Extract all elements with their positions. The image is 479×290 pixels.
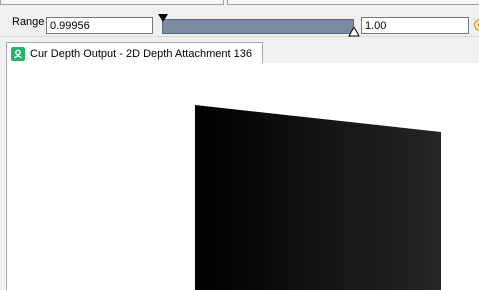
range-min-handle[interactable] bbox=[158, 14, 168, 22]
texture-tabbar: Cur Depth Output - 2D Depth Attachment 1… bbox=[0, 37, 479, 64]
range-max-handle[interactable] bbox=[348, 27, 360, 37]
range-toolbar: Range bbox=[0, 6, 479, 37]
depth-surface bbox=[195, 105, 441, 290]
top-tab-right[interactable] bbox=[227, 0, 479, 5]
tab-label: Cur Depth Output - 2D Depth Attachment 1… bbox=[30, 47, 252, 60]
settings-circle-icon[interactable] bbox=[474, 19, 479, 31]
top-tab-left[interactable] bbox=[0, 0, 224, 5]
texture-viewport[interactable] bbox=[6, 63, 479, 290]
range-min-input[interactable] bbox=[46, 17, 153, 34]
depth-image bbox=[195, 105, 441, 290]
range-max-input[interactable] bbox=[361, 17, 469, 34]
range-label: Range bbox=[12, 16, 45, 28]
texture-viewer-icon bbox=[11, 46, 25, 61]
range-slider-track[interactable] bbox=[162, 19, 354, 34]
tab-cur-depth-output[interactable]: Cur Depth Output - 2D Depth Attachment 1… bbox=[6, 42, 263, 64]
range-slider[interactable] bbox=[158, 14, 360, 37]
